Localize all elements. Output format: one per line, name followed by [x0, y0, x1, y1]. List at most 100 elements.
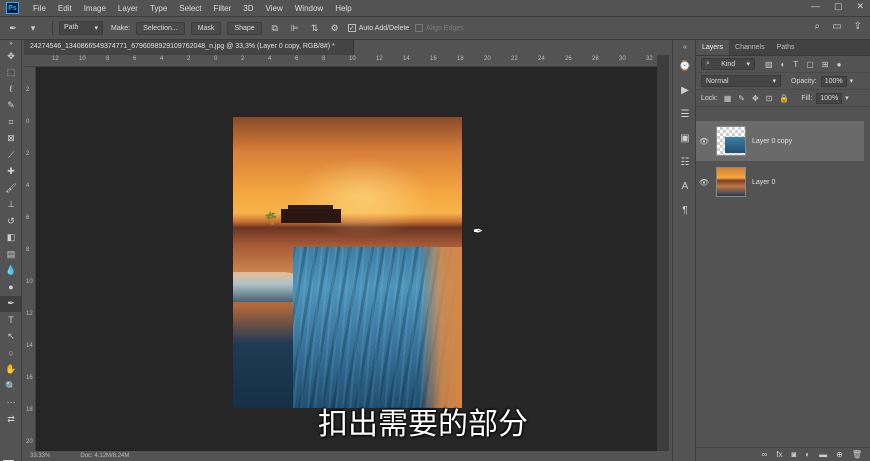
layer-style-icon[interactable]: fx	[776, 450, 782, 459]
lasso-tool-icon[interactable]: ℓ	[0, 81, 22, 98]
character-icon[interactable]: A	[673, 174, 697, 198]
type-filter-icon[interactable]: T	[793, 60, 798, 69]
gear-icon[interactable]: ⚙	[328, 22, 342, 34]
selection-button[interactable]: Selection...	[136, 21, 185, 35]
minimize-button[interactable]: —	[811, 1, 820, 12]
trash-icon[interactable]: 🗑	[852, 450, 862, 459]
layer-name[interactable]: Layer 0 copy	[752, 138, 792, 145]
menu-image[interactable]: Image	[78, 4, 112, 13]
adjustment-layer-icon[interactable]: ◐	[805, 450, 810, 459]
blur-tool-icon[interactable]: 💧	[0, 263, 22, 280]
adjustments-icon[interactable]: ☷	[673, 150, 697, 174]
filter-toggle-icon[interactable]: ●	[837, 60, 842, 69]
opacity-field[interactable]: 100%	[820, 75, 847, 87]
document-tab[interactable]: 24274546_1340866549374771_67960989291097…	[24, 40, 354, 55]
menu-select[interactable]: Select	[173, 4, 207, 13]
paragraph-icon[interactable]: ¶	[673, 198, 697, 222]
fill-field[interactable]: 100%	[816, 92, 843, 104]
quick-select-tool-icon[interactable]: ✎	[0, 98, 22, 115]
document-info[interactable]: Doc: 4.12M/8.24M	[80, 453, 129, 459]
pixel-filter-icon[interactable]: ▨	[765, 60, 773, 69]
healing-brush-tool-icon[interactable]: ✚	[0, 164, 22, 181]
shape-filter-icon[interactable]: ▢	[806, 60, 814, 69]
brush-tool-icon[interactable]: 🖌	[0, 180, 22, 197]
lock-image-icon[interactable]: ✎	[738, 94, 745, 103]
properties-icon[interactable]: ▣	[673, 126, 697, 150]
blend-mode-select[interactable]: Normal ▾	[701, 75, 781, 87]
layer-name[interactable]: Layer 0	[752, 179, 775, 186]
libraries-icon[interactable]: ☰	[673, 102, 697, 126]
smart-object-filter-icon[interactable]: ⊞	[822, 60, 829, 69]
menu-3d[interactable]: 3D	[237, 4, 259, 13]
vertical-ruler[interactable]: 2 0 2 4 6 8 10 12 14 16 18 20	[24, 67, 36, 451]
menu-window[interactable]: Window	[289, 4, 329, 13]
pen-tool-preset-icon[interactable]: ✒	[6, 22, 20, 34]
shape-button[interactable]: Shape	[227, 21, 262, 35]
chevron-down-icon[interactable]: ▾	[26, 22, 40, 34]
menu-view[interactable]: View	[260, 4, 289, 13]
path-alignment-icon[interactable]: ⊫	[288, 22, 302, 34]
lock-transparent-icon[interactable]: ▦	[724, 94, 732, 103]
tab-channels[interactable]: Channels	[729, 40, 771, 55]
share-icon[interactable]: ⇪	[854, 21, 862, 32]
mode-select[interactable]: Path ▾	[59, 21, 103, 35]
new-layer-icon[interactable]: ⊕	[836, 450, 843, 459]
search-icon[interactable]: ⌕	[815, 21, 821, 32]
history-brush-tool-icon[interactable]: ↺	[0, 213, 22, 230]
path-operations-icon[interactable]: ⧉	[268, 22, 282, 34]
close-button[interactable]: ✕	[856, 1, 864, 12]
lock-all-icon[interactable]: 🔒	[779, 94, 789, 103]
kind-filter-select[interactable]: ⌕ Kind ▾	[701, 58, 755, 70]
tab-layers[interactable]: Layers	[696, 40, 730, 55]
crop-tool-icon[interactable]: ⌗	[0, 114, 22, 131]
history-icon[interactable]: ⌚	[673, 54, 697, 78]
link-layers-icon[interactable]: ∞	[762, 450, 768, 459]
hand-tool-icon[interactable]: ✋	[0, 362, 22, 379]
path-selection-tool-icon[interactable]: ↖	[0, 329, 22, 346]
menu-edit[interactable]: Edit	[52, 4, 78, 13]
lock-artboard-icon[interactable]: ⊡	[766, 94, 773, 103]
eyedropper-tool-icon[interactable]: ⟋	[0, 147, 22, 164]
more-tools-icon[interactable]: ⋯	[0, 395, 22, 412]
menu-file[interactable]: File	[27, 4, 52, 13]
eye-icon[interactable]: 👁	[696, 137, 712, 146]
dodge-tool-icon[interactable]: ●	[0, 279, 22, 296]
gradient-tool-icon[interactable]: ▤	[0, 246, 22, 263]
maximize-button[interactable]: ▢	[834, 1, 843, 12]
path-arrangement-icon[interactable]: ⇅	[308, 22, 322, 34]
new-group-icon[interactable]: ▬	[819, 450, 827, 459]
add-mask-icon[interactable]: ◙	[791, 450, 796, 459]
vertical-scrollbar[interactable]	[657, 55, 669, 451]
collapse-panels-icon[interactable]: «	[673, 40, 697, 54]
horizontal-ruler[interactable]: 121086420246810121416182022242628303234	[24, 55, 657, 67]
lock-position-icon[interactable]: ✥	[752, 94, 759, 103]
zoom-tool-icon[interactable]: 🔍	[0, 378, 22, 395]
adjustment-filter-icon[interactable]: ◐	[781, 60, 786, 69]
play-actions-icon[interactable]: ▶	[673, 78, 697, 102]
chevron-down-icon[interactable]: ▾	[845, 94, 849, 102]
mask-button[interactable]: Mask	[190, 21, 222, 35]
layer-row[interactable]: 👁 Layer 0	[696, 162, 864, 202]
ellipse-tool-icon[interactable]: ○	[0, 345, 22, 362]
tab-paths[interactable]: Paths	[771, 40, 801, 55]
workspace-icon[interactable]: ▭	[832, 21, 841, 32]
pen-tool-icon[interactable]: ✒	[0, 295, 22, 312]
layer-row[interactable]: 👁 Layer 0 copy	[696, 121, 864, 161]
marquee-tool-icon[interactable]: ⬚	[0, 65, 22, 82]
menu-layer[interactable]: Layer	[112, 4, 144, 13]
chevron-down-icon[interactable]: ▾	[850, 77, 854, 85]
eye-icon[interactable]: 👁	[696, 178, 712, 187]
zoom-level[interactable]: 33.33%	[30, 453, 50, 459]
move-tool-icon[interactable]: ✥	[0, 48, 22, 65]
menu-filter[interactable]: Filter	[208, 4, 238, 13]
toolbar-collapse-icon[interactable]: »	[0, 40, 22, 48]
clone-stamp-tool-icon[interactable]: ⊥	[0, 197, 22, 214]
frame-tool-icon[interactable]: ⊠	[0, 131, 22, 148]
menu-help[interactable]: Help	[329, 4, 357, 13]
eraser-tool-icon[interactable]: ◧	[0, 230, 22, 247]
align-edges-checkbox[interactable]	[415, 24, 424, 32]
menu-type[interactable]: Type	[144, 4, 173, 13]
swap-colors-icon[interactable]: ⇄	[0, 411, 22, 428]
auto-add-delete-checkbox[interactable]: ✓	[347, 24, 356, 32]
type-tool-icon[interactable]: T	[0, 312, 22, 329]
